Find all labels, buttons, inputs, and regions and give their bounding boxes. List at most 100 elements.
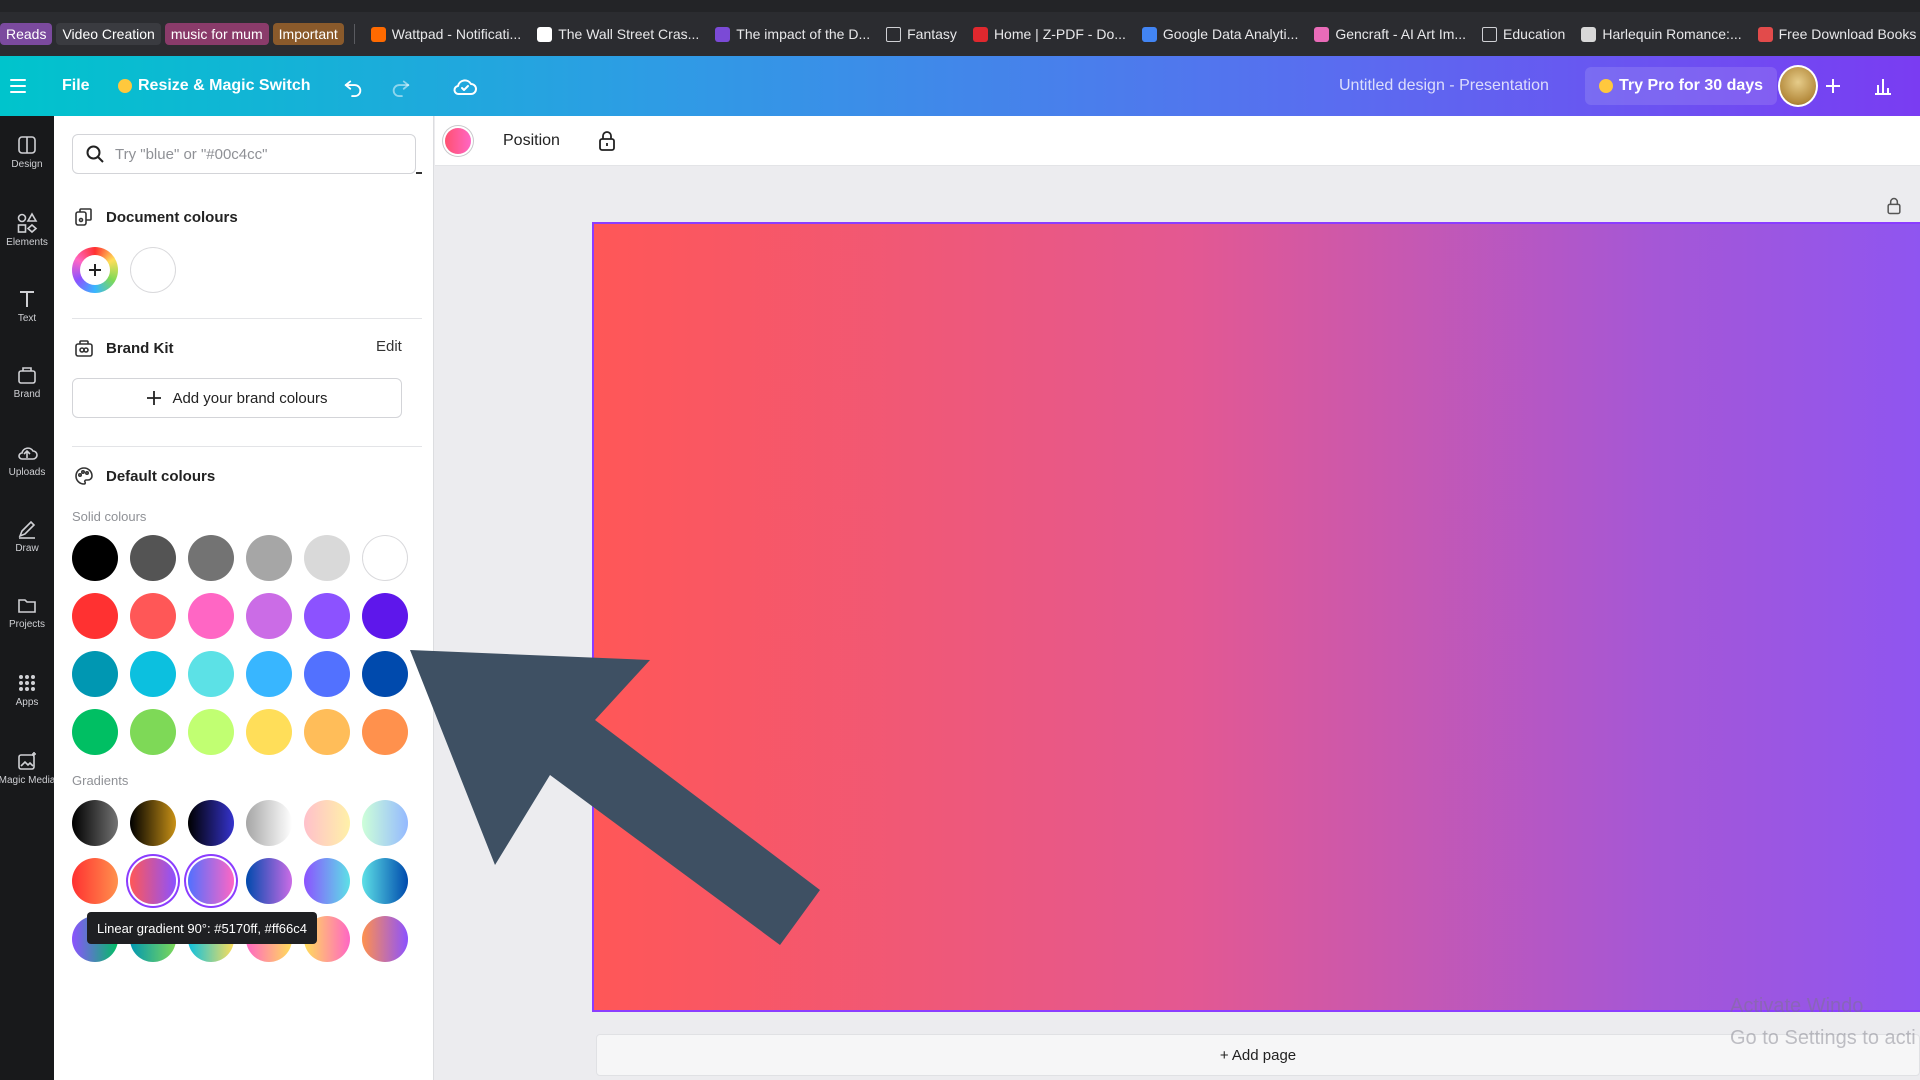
solid-colours-label: Solid colours <box>72 509 147 524</box>
solid-colour-swatch[interactable] <box>130 535 176 581</box>
bookmark-item[interactable]: Wattpad - Notificati... <box>365 26 527 42</box>
solid-colour-swatch[interactable] <box>188 593 234 639</box>
bookmark-item[interactable]: Google Data Analyti... <box>1136 26 1304 42</box>
brand-kit-icon <box>74 338 94 358</box>
site-favicon-icon <box>715 26 731 42</box>
gradient-swatch[interactable] <box>72 800 118 846</box>
insights-button[interactable] <box>1872 56 1894 116</box>
try-pro-button[interactable]: Try Pro for 30 days <box>1585 67 1778 105</box>
page-lock-button[interactable] <box>1884 196 1904 216</box>
bookmark-tag[interactable]: Video Creation <box>56 23 161 45</box>
bookmark-item[interactable]: Fantasy <box>880 26 963 42</box>
add-page-button[interactable]: + Add page <box>596 1034 1920 1076</box>
site-favicon-icon <box>1757 26 1773 42</box>
solid-colour-swatch[interactable] <box>130 709 176 755</box>
cloud-save-button[interactable] <box>452 56 478 116</box>
design-title[interactable]: Untitled design - Presentation <box>1339 56 1549 116</box>
gradient-swatch[interactable] <box>130 800 176 846</box>
gradient-swatch[interactable] <box>304 858 350 904</box>
solid-colour-swatch[interactable] <box>246 535 292 581</box>
gradient-swatch[interactable] <box>130 858 176 904</box>
solid-colour-swatch[interactable] <box>188 651 234 697</box>
bookmark-label: Gencraft - AI Art Im... <box>1335 26 1467 42</box>
solid-colour-swatch[interactable] <box>188 535 234 581</box>
site-favicon-icon <box>1141 26 1157 42</box>
redo-button[interactable] <box>390 56 412 116</box>
bookmark-item[interactable]: Home | Z-PDF - Do... <box>967 26 1132 42</box>
gradient-swatch[interactable] <box>246 800 292 846</box>
solid-colour-swatch[interactable] <box>72 593 118 639</box>
solid-colour-swatch[interactable] <box>130 593 176 639</box>
brand-kit-edit-link[interactable]: Edit <box>376 338 402 355</box>
solid-colour-swatch[interactable] <box>246 651 292 697</box>
rail-item-text[interactable]: Text <box>0 288 54 324</box>
gradient-tooltip: Linear gradient 90°: #5170ff, #ff66c4 <box>87 912 317 944</box>
rail-item-magic-media[interactable]: Magic Media <box>0 750 55 786</box>
document-colour-swatch[interactable] <box>130 247 176 293</box>
file-menu-button[interactable]: File <box>62 56 90 116</box>
lock-button[interactable] <box>595 129 619 153</box>
solid-colour-swatch[interactable] <box>304 535 350 581</box>
position-button[interactable]: Position <box>503 116 560 166</box>
solid-colour-swatch[interactable] <box>72 709 118 755</box>
add-document-colour-button[interactable] <box>72 247 118 293</box>
solid-colour-swatch[interactable] <box>72 535 118 581</box>
bookmark-tag[interactable]: music for mum <box>164 23 269 45</box>
bookmark-item[interactable]: Education <box>1476 26 1571 42</box>
rail-item-draw[interactable]: Draw <box>0 518 54 554</box>
document-palette-icon <box>74 207 94 227</box>
bookmark-item[interactable]: The impact of the D... <box>709 26 876 42</box>
text-icon <box>16 288 38 310</box>
resize-magic-switch-button[interactable]: Resize & Magic Switch <box>118 56 311 116</box>
rail-item-uploads[interactable]: Uploads <box>0 442 54 478</box>
undo-button[interactable] <box>342 56 364 116</box>
browser-tab-strip <box>0 0 1920 12</box>
rail-item-design[interactable]: Design <box>0 134 54 170</box>
document-colours-header: Document colours <box>74 207 238 227</box>
menu-button[interactable] <box>8 56 28 116</box>
rail-item-projects[interactable]: Projects <box>0 594 54 630</box>
current-colour-swatch[interactable] <box>445 128 471 154</box>
lock-icon <box>599 131 615 151</box>
solid-colour-swatch[interactable] <box>246 709 292 755</box>
add-brand-colours-button[interactable]: Add your brand colours <box>72 378 402 418</box>
bookmark-tag[interactable]: Reads <box>0 23 53 45</box>
solid-colour-swatch[interactable] <box>304 651 350 697</box>
gradient-swatch[interactable] <box>304 800 350 846</box>
gradient-swatch[interactable] <box>188 800 234 846</box>
solid-colour-swatch[interactable] <box>246 593 292 639</box>
site-favicon-icon <box>1581 26 1597 42</box>
rail-item-label: Brand <box>13 389 41 400</box>
resize-magic-switch-label: Resize & Magic Switch <box>138 77 311 94</box>
lock-icon <box>1887 197 1901 215</box>
elements-icon <box>16 212 38 234</box>
scrollbar-indicator[interactable] <box>416 172 422 174</box>
solid-colour-swatch[interactable] <box>362 535 408 581</box>
colour-search-input[interactable] <box>115 145 395 163</box>
solid-colour-swatch[interactable] <box>72 651 118 697</box>
rail-item-label: Uploads <box>8 467 46 478</box>
solid-colour-swatch[interactable] <box>362 593 408 639</box>
solid-colour-swatch[interactable] <box>188 709 234 755</box>
bookmark-item[interactable]: Harlequin Romance:... <box>1575 26 1747 42</box>
gradient-swatch[interactable] <box>72 858 118 904</box>
bookmark-tag[interactable]: Important <box>272 23 344 45</box>
solid-colour-swatch[interactable] <box>304 593 350 639</box>
avatar[interactable] <box>1778 65 1818 107</box>
gradient-swatch[interactable] <box>188 858 234 904</box>
bookmark-item[interactable]: Gencraft - AI Art Im... <box>1308 26 1472 42</box>
bookmark-item[interactable]: Free Download Books <box>1752 26 1920 42</box>
rail-item-brand[interactable]: Brand <box>0 364 54 400</box>
rail-item-apps[interactable]: Apps <box>0 672 54 708</box>
rail-item-elements[interactable]: Elements <box>0 212 54 248</box>
gradient-swatch[interactable] <box>246 858 292 904</box>
cloud-check-icon <box>453 79 477 95</box>
colour-search-box[interactable] <box>72 134 416 174</box>
solid-colour-swatch[interactable] <box>304 709 350 755</box>
left-rail: Design Elements Text Brand Uploads Draw Projec… <box>0 116 55 1080</box>
bookmark-item[interactable]: The Wall Street Cras... <box>531 26 705 42</box>
plus-icon <box>147 391 162 405</box>
share-add-button[interactable] <box>1824 56 1842 116</box>
solid-colour-swatch[interactable] <box>130 651 176 697</box>
rail-item-label: Elements <box>6 237 48 248</box>
